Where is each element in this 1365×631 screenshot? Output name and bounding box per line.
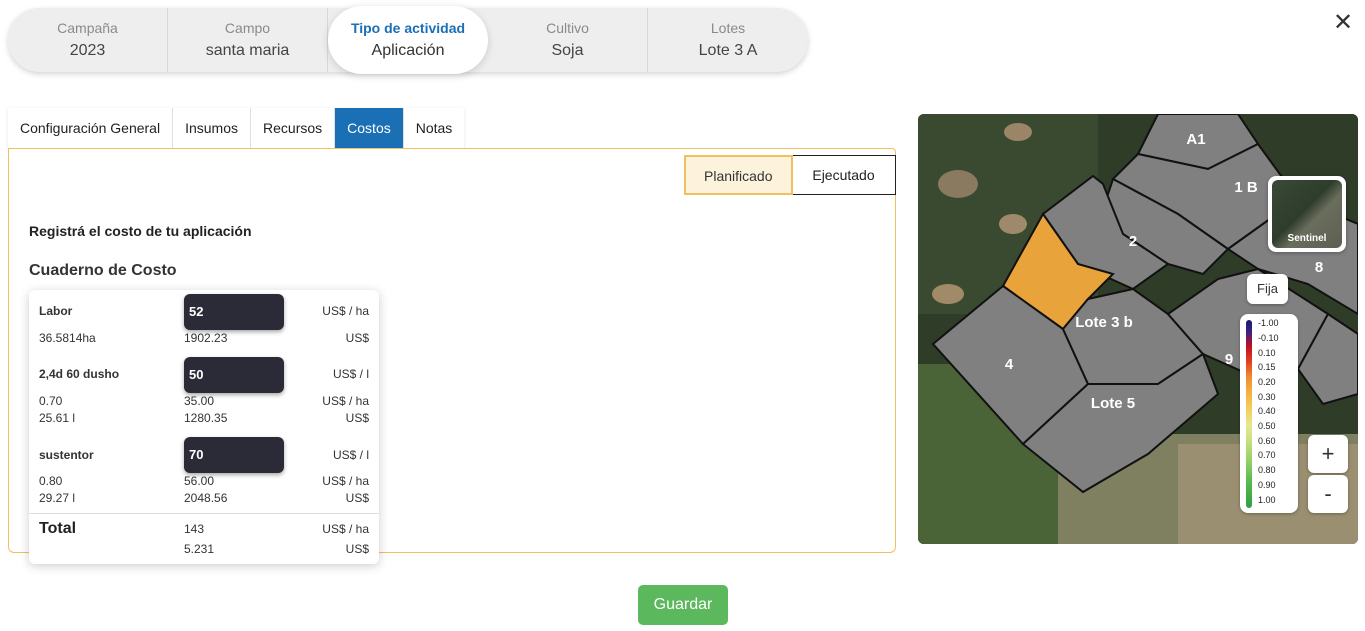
save-button[interactable]: Guardar bbox=[638, 585, 728, 625]
tab-resources[interactable]: Recursos bbox=[251, 108, 336, 148]
plan-exec-toggle: Planificado Ejecutado bbox=[684, 155, 896, 195]
cost-item-qty: 29.27 l bbox=[39, 491, 76, 505]
cost-item-per-ha-unit: US$ / ha bbox=[322, 474, 369, 488]
crumb-campaign[interactable]: Campaña 2023 bbox=[8, 8, 168, 72]
cost-item-total-unit: US$ bbox=[345, 411, 369, 425]
labor-price-input[interactable] bbox=[184, 294, 284, 330]
total-value: 5.231 bbox=[184, 542, 215, 556]
field-map[interactable]: A1 1 B 2 8 Lote 3 b 4 9 Lote 5 Sentinel … bbox=[918, 114, 1358, 544]
legend-tick: 0.30 bbox=[1258, 392, 1276, 402]
crumb-lots[interactable]: Lotes Lote 3 A bbox=[648, 8, 808, 72]
lot-label: 9 bbox=[1225, 351, 1233, 368]
legend-tick: 0.20 bbox=[1258, 377, 1276, 387]
zoom-in-button[interactable]: + bbox=[1308, 435, 1348, 473]
legend-gradient bbox=[1246, 320, 1252, 508]
legend-tick: 0.15 bbox=[1258, 362, 1276, 372]
lot-label: 1 B bbox=[1234, 179, 1258, 196]
legend-tick: 1.00 bbox=[1258, 495, 1276, 505]
total-per-ha: 143 bbox=[184, 522, 205, 536]
tab-bar: Configuración General Insumos Recursos C… bbox=[8, 108, 465, 148]
tab-notes[interactable]: Notas bbox=[403, 108, 465, 148]
total-label: Total bbox=[39, 520, 77, 537]
fixed-scale-button[interactable]: Fija bbox=[1247, 274, 1288, 304]
lot-label: Lote 5 bbox=[1091, 395, 1135, 412]
crumb-value: Aplicación bbox=[371, 42, 445, 59]
legend-tick: 0.90 bbox=[1258, 480, 1276, 490]
legend-tick: 0.60 bbox=[1258, 436, 1276, 446]
divider bbox=[29, 513, 379, 514]
crumb-value: santa maria bbox=[205, 42, 290, 59]
legend-tick: 0.10 bbox=[1258, 348, 1276, 358]
cost-item-name: Labor bbox=[39, 304, 73, 318]
tab-general-config[interactable]: Configuración General bbox=[8, 108, 174, 148]
cost-item-unit: US$ / l bbox=[332, 448, 369, 462]
cost-item-per-ha-unit: US$ / ha bbox=[322, 394, 369, 408]
thumbnail-label: Sentinel bbox=[1287, 233, 1327, 244]
crumb-field[interactable]: Campo santa maria bbox=[168, 8, 328, 72]
cost-item-total-unit: US$ bbox=[345, 491, 369, 505]
zoom-out-button[interactable]: - bbox=[1308, 475, 1348, 513]
cost-item-unit: US$ / l bbox=[332, 367, 369, 381]
cost-item-per-ha: 35.00 bbox=[184, 394, 215, 408]
cost-item-total-unit: US$ bbox=[345, 331, 369, 345]
cost-item-total: 2048.56 bbox=[184, 491, 228, 505]
legend-tick: 0.50 bbox=[1258, 421, 1276, 431]
sentinel-layer-thumbnail[interactable]: Sentinel bbox=[1268, 176, 1346, 252]
cost-item-total: 1280.35 bbox=[184, 411, 228, 425]
crumb-activity-type[interactable]: Tipo de actividad Aplicación bbox=[328, 6, 488, 74]
crumb-label: Campo bbox=[224, 20, 271, 36]
planned-button[interactable]: Planificado bbox=[684, 155, 793, 195]
tab-inputs[interactable]: Insumos bbox=[173, 108, 252, 148]
cost-item-total: 1902.23 bbox=[184, 331, 228, 345]
executed-button[interactable]: Ejecutado bbox=[792, 155, 896, 195]
lot-label: 8 bbox=[1315, 259, 1323, 276]
crumb-label: Cultivo bbox=[546, 20, 589, 36]
lot-label: Lote 3 b bbox=[1075, 314, 1133, 331]
cost-item-per-ha: 56.00 bbox=[184, 474, 215, 488]
section-title: Cuaderno de Costo bbox=[29, 262, 177, 279]
legend-tick: -0.10 bbox=[1258, 333, 1279, 343]
ndvi-legend: -1.00 -0.10 0.10 0.15 0.20 0.30 0.40 0.5… bbox=[1240, 314, 1298, 513]
breadcrumb: Campaña 2023 Campo santa maria Tipo de a… bbox=[8, 6, 808, 74]
cost-item-dose: 0.70 bbox=[39, 394, 63, 408]
cost-notebook-card: Labor US$ / ha 36.5814ha 1902.23 US$ 2,4… bbox=[29, 290, 379, 564]
crumb-value: Lote 3 A bbox=[698, 42, 758, 59]
legend-tick: -1.00 bbox=[1258, 318, 1279, 328]
satellite-thumbnail-image: Sentinel bbox=[1272, 180, 1342, 248]
legend-tick: 0.70 bbox=[1258, 450, 1276, 460]
crumb-value: Soja bbox=[551, 42, 584, 59]
lot-label: 4 bbox=[1005, 356, 1014, 373]
crumb-label: Campaña bbox=[57, 20, 118, 36]
total-value-unit: US$ bbox=[345, 542, 369, 556]
cost-item-qty: 25.61 l bbox=[39, 411, 76, 425]
crumb-crop[interactable]: Cultivo Soja bbox=[488, 8, 648, 72]
product-price-input[interactable] bbox=[184, 437, 284, 473]
cost-item-name: sustentor bbox=[39, 448, 94, 462]
legend-tick: 0.40 bbox=[1258, 406, 1276, 416]
lot-label: 2 bbox=[1129, 233, 1137, 250]
cost-item-unit: US$ / ha bbox=[322, 304, 369, 318]
tab-costs[interactable]: Costos bbox=[335, 108, 404, 148]
lot-label: A1 bbox=[1186, 131, 1205, 148]
total-per-ha-unit: US$ / ha bbox=[322, 522, 369, 536]
cost-item-dose: 0.80 bbox=[39, 474, 63, 488]
close-icon[interactable]: ✕ bbox=[1330, 10, 1356, 36]
crumb-value: 2023 bbox=[69, 42, 106, 59]
crumb-label: Tipo de actividad bbox=[350, 20, 466, 36]
cost-item-area: 36.5814ha bbox=[39, 331, 96, 345]
product-price-input[interactable] bbox=[184, 357, 284, 393]
crumb-label: Lotes bbox=[710, 20, 746, 36]
cost-item-name: 2,4d 60 dusho bbox=[39, 367, 120, 381]
panel-subtitle: Registrá el costo de tu aplicación bbox=[29, 223, 252, 239]
legend-tick: 0.80 bbox=[1258, 465, 1276, 475]
